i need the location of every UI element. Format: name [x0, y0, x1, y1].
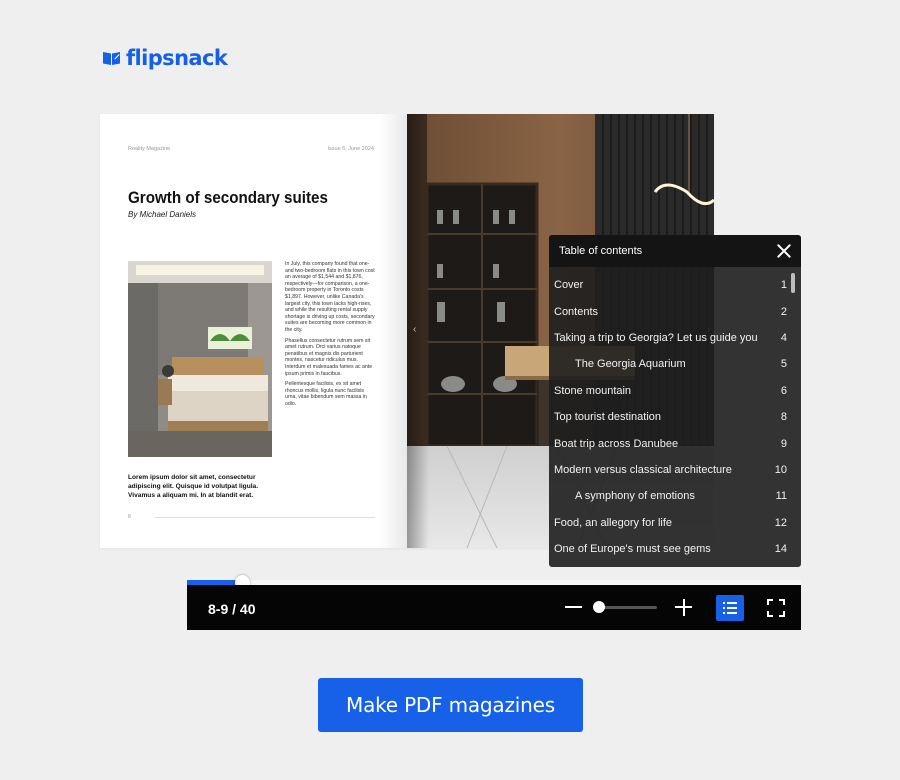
toc-item-label: Contents: [554, 305, 599, 318]
toc-item[interactable]: A symphony of emotions 11: [549, 483, 787, 509]
toc-item[interactable]: Contents 2: [549, 298, 787, 324]
article-lede: Lorem ipsum dolor sit amet, consectetur …: [128, 474, 259, 499]
fullscreen-icon[interactable]: [767, 599, 785, 617]
zoom-slider[interactable]: [593, 601, 657, 613]
toc-item-page: 8: [780, 411, 787, 424]
left-page: Reality Magazine Issue 6, June 2024 Grow…: [100, 114, 407, 548]
brand-name: flipsnack: [126, 46, 228, 70]
toc-title: Table of contents: [559, 245, 643, 257]
article-title: Growth of secondary suites: [128, 189, 328, 207]
toc-item-label: Stone mountain: [554, 384, 632, 397]
flipsnack-logo-icon: [102, 50, 122, 66]
toc-item[interactable]: Top tourist destination 8: [549, 404, 787, 430]
article-paragraph: Phasellus consectetur rutrum sem sit ame…: [285, 337, 373, 377]
toc-item-label: Food, an allegory for life: [554, 516, 673, 529]
toc-item-label: Taking a trip to Georgia? Let us guide y…: [554, 331, 758, 344]
article-paragraph: Pellentesque facilisis, ex sit amet rhon…: [285, 381, 367, 407]
article-paragraph: In July, this company found that one- an…: [285, 261, 375, 333]
toc-item-page: 2: [780, 305, 787, 318]
bedroom-photo: [128, 261, 272, 457]
make-pdf-magazines-button[interactable]: Make PDF magazines: [318, 678, 583, 732]
footer-rule: [155, 517, 375, 518]
chevron-left-icon[interactable]: ‹: [413, 324, 416, 335]
toc-item-page: 10: [774, 463, 787, 476]
toc-item-label: One of Europe's must see gems: [554, 543, 711, 556]
toc-item-label: The Georgia Aquarium: [575, 358, 686, 371]
page-number: 8: [128, 514, 131, 520]
toc-item[interactable]: Modern versus classical architecture 10: [549, 457, 787, 483]
toc-item-page: 9: [780, 437, 787, 450]
page-header-right: Issue 6, June 2024: [327, 146, 374, 152]
toc-item-label: Modern versus classical architecture: [554, 463, 732, 476]
zoom-handle[interactable]: [593, 601, 605, 613]
toc-item[interactable]: One of Europe's must see gems 14: [549, 536, 787, 562]
toc-item-page: 11: [775, 490, 787, 503]
toc-item[interactable]: Boat trip across Danubee 9: [549, 430, 787, 456]
table-of-contents-button[interactable]: [716, 595, 744, 621]
viewer-toolbar: 8-9 / 40: [187, 585, 801, 630]
zoom-out-icon[interactable]: [565, 597, 583, 617]
zoom-in-icon[interactable]: [675, 597, 693, 617]
table-of-contents-panel: Table of contents Cover 1 Contents 2 Taking …: [549, 235, 801, 567]
toc-item-page: 4: [780, 331, 787, 344]
article-body: In July, this company found that one- an…: [285, 261, 377, 411]
toc-item-label: Top tourist destination: [554, 411, 662, 424]
page-header-left: Reality Magazine: [128, 146, 171, 152]
close-icon[interactable]: [775, 242, 793, 260]
toc-item-label: Boat trip across Danubee: [554, 437, 679, 450]
toc-header: Table of contents: [549, 235, 801, 267]
toc-item-page: 5: [780, 358, 787, 371]
toc-scrollbar[interactable]: [791, 273, 795, 293]
toc-item[interactable]: Cover 1: [549, 272, 787, 298]
toc-item[interactable]: Food, an allegory for life 12: [549, 510, 787, 536]
toc-item-page: 6: [780, 384, 787, 397]
toc-list: Cover 1 Contents 2 Taking a trip to Georgia?…: [549, 272, 787, 562]
toc-item-label: Cover: [554, 279, 584, 292]
page-indicator: 8-9 / 40: [208, 601, 256, 617]
list-icon: [723, 602, 737, 614]
zoom-track: [599, 606, 657, 609]
flipsnack-logo[interactable]: flipsnack: [102, 44, 228, 72]
toc-item-page: 12: [774, 516, 787, 529]
toc-item-page: 1: [780, 279, 787, 292]
toc-item[interactable]: Stone mountain 6: [549, 378, 787, 404]
article-byline: By Michael Daniels: [128, 210, 197, 219]
toc-item-page: 14: [774, 543, 787, 556]
toc-item-label: A symphony of emotions: [575, 490, 695, 503]
toc-item[interactable]: Taking a trip to Georgia? Let us guide y…: [549, 325, 787, 351]
toc-item[interactable]: The Georgia Aquarium 5: [549, 351, 787, 377]
